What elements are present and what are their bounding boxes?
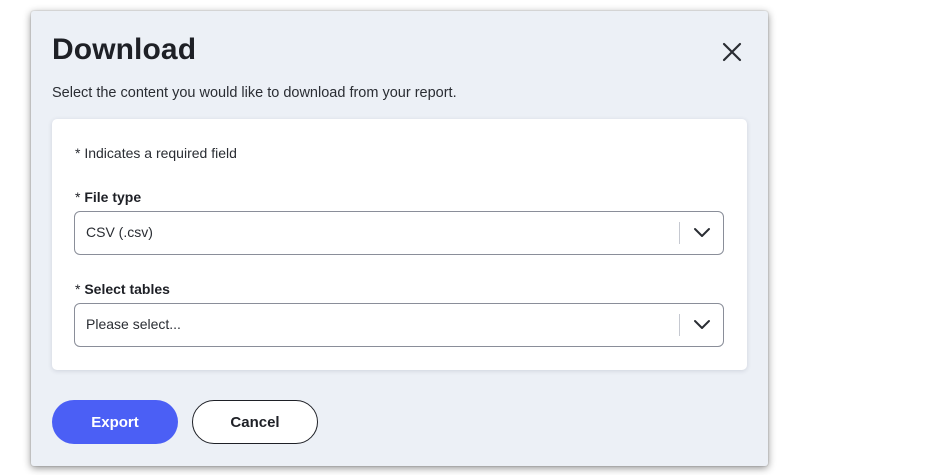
dialog-subtitle: Select the content you would like to dow…	[52, 85, 457, 101]
file-type-label: * File type	[75, 189, 141, 205]
chevron-down-icon	[694, 228, 710, 237]
required-asterisk: *	[75, 189, 85, 205]
chevron-down-icon	[694, 320, 710, 329]
file-type-label-text: File type	[84, 189, 142, 205]
required-asterisk: *	[75, 281, 85, 297]
select-tables-label: * Select tables	[75, 281, 170, 297]
file-type-value: CSV (.csv)	[86, 224, 153, 240]
export-button[interactable]: Export	[52, 400, 178, 444]
dialog-title: Download	[52, 33, 197, 66]
file-type-select[interactable]: CSV (.csv)	[74, 211, 724, 255]
form-card: * Indicates a required field * File type…	[52, 119, 747, 370]
select-tables-select[interactable]: Please select...	[74, 303, 724, 347]
close-button[interactable]	[719, 39, 745, 65]
select-tables-label-text: Select tables	[84, 281, 170, 297]
cancel-button[interactable]: Cancel	[192, 400, 318, 444]
download-dialog: Download Select the content you would li…	[31, 11, 768, 466]
close-icon	[722, 42, 742, 62]
page: Download Select the content you would li…	[0, 0, 950, 475]
select-divider	[679, 222, 680, 244]
required-field-note: * Indicates a required field	[75, 145, 237, 161]
select-tables-placeholder: Please select...	[86, 316, 181, 332]
select-divider	[679, 314, 680, 336]
